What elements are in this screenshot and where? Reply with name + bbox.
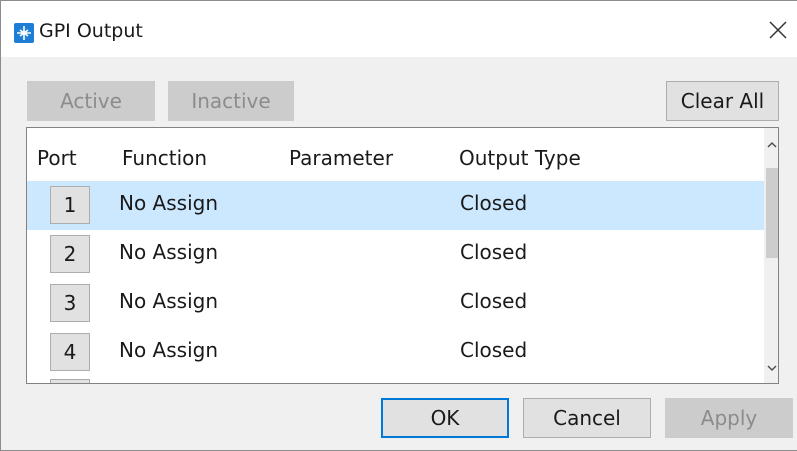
port-button[interactable]: 3 [50,284,90,322]
output-type-cell[interactable]: Closed [460,240,527,264]
output-type-cell[interactable]: Closed [460,338,527,362]
active-button[interactable]: Active [27,81,155,121]
function-cell[interactable]: No Assign [119,338,218,362]
gpi-app-icon [14,23,34,43]
close-icon[interactable] [765,17,791,43]
port-button-partial[interactable] [50,379,90,383]
table-row[interactable]: 1 No Assign Closed [27,181,764,230]
vertical-scrollbar[interactable] [764,128,778,383]
table-row[interactable]: 4 No Assign Closed [27,328,764,377]
ok-button[interactable]: OK [381,398,509,438]
column-header-port[interactable]: Port [37,146,77,170]
table-row[interactable]: 3 No Assign Closed [27,279,764,328]
column-header-output-type[interactable]: Output Type [459,146,581,170]
title-bar: GPI Output [1,1,797,57]
table-row[interactable]: 2 No Assign Closed [27,230,764,279]
chevron-up-icon[interactable] [766,138,778,152]
function-cell[interactable]: No Assign [119,240,218,264]
port-button[interactable]: 1 [50,186,90,224]
clear-all-button[interactable]: Clear All [666,81,779,121]
cancel-button[interactable]: Cancel [523,398,651,438]
gpi-output-table: Port Function Parameter Output Type 1 No… [26,127,779,384]
chevron-down-icon[interactable] [766,361,778,375]
function-cell[interactable]: No Assign [119,191,218,215]
port-button[interactable]: 4 [50,333,90,371]
column-header-function[interactable]: Function [122,146,207,170]
gpi-output-dialog: GPI Output Active Inactive Clear All Por… [0,0,797,451]
dialog-title: GPI Output [39,20,143,42]
output-type-cell[interactable]: Closed [460,191,527,215]
scrollbar-thumb[interactable] [766,168,778,258]
apply-button[interactable]: Apply [665,398,793,438]
port-button[interactable]: 2 [50,235,90,273]
function-cell[interactable]: No Assign [119,289,218,313]
output-type-cell[interactable]: Closed [460,289,527,313]
inactive-button[interactable]: Inactive [168,81,294,121]
column-header-parameter[interactable]: Parameter [289,146,393,170]
